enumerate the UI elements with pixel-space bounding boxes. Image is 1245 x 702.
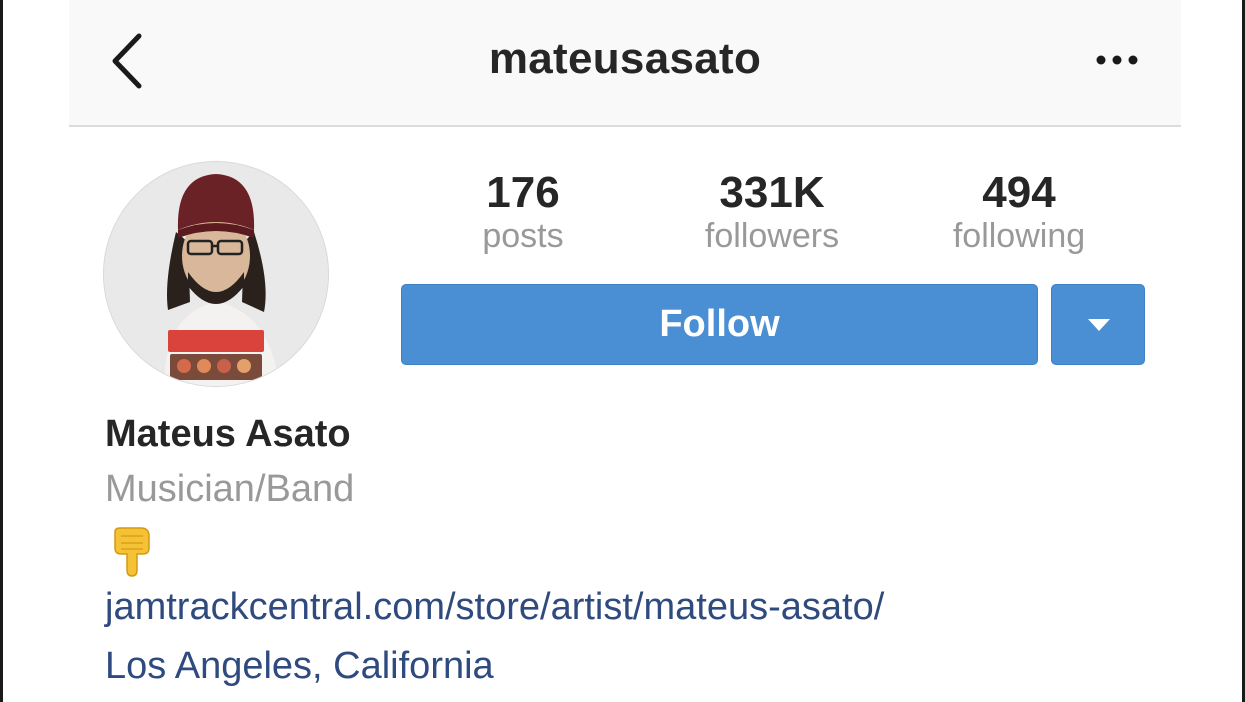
avatar[interactable]	[103, 161, 329, 387]
profile-header: mateusasato	[69, 0, 1181, 127]
more-horizontal-icon	[1096, 55, 1138, 65]
posts-label: posts	[482, 217, 564, 255]
page-title: mateusasato	[488, 34, 762, 83]
posts-count: 176	[486, 168, 560, 217]
follow-button[interactable]: Follow	[401, 284, 1038, 365]
pointing-down-hand-icon	[111, 526, 155, 578]
website-link[interactable]: jamtrackcentral.com/store/artist/mateus-…	[105, 586, 884, 629]
location-link[interactable]: Los Angeles, California	[105, 645, 494, 688]
profile-name: Mateus Asato	[105, 413, 351, 455]
stat-posts[interactable]: 176 posts	[413, 170, 633, 256]
app-frame: mateusasato 176 posts 331K followers 494…	[0, 0, 1245, 702]
suggested-accounts-dropdown-button[interactable]	[1051, 284, 1145, 365]
following-count: 494	[982, 168, 1056, 217]
profile-category: Musician/Band	[105, 468, 355, 510]
profile-photo	[104, 162, 328, 386]
more-options-button[interactable]	[1093, 50, 1141, 70]
stat-followers[interactable]: 331K followers	[662, 170, 882, 256]
stat-following[interactable]: 494 following	[909, 170, 1129, 256]
following-label: following	[952, 217, 1086, 255]
followers-label: followers	[704, 217, 840, 255]
followers-count: 331K	[719, 168, 825, 217]
caret-down-icon	[1088, 319, 1110, 331]
